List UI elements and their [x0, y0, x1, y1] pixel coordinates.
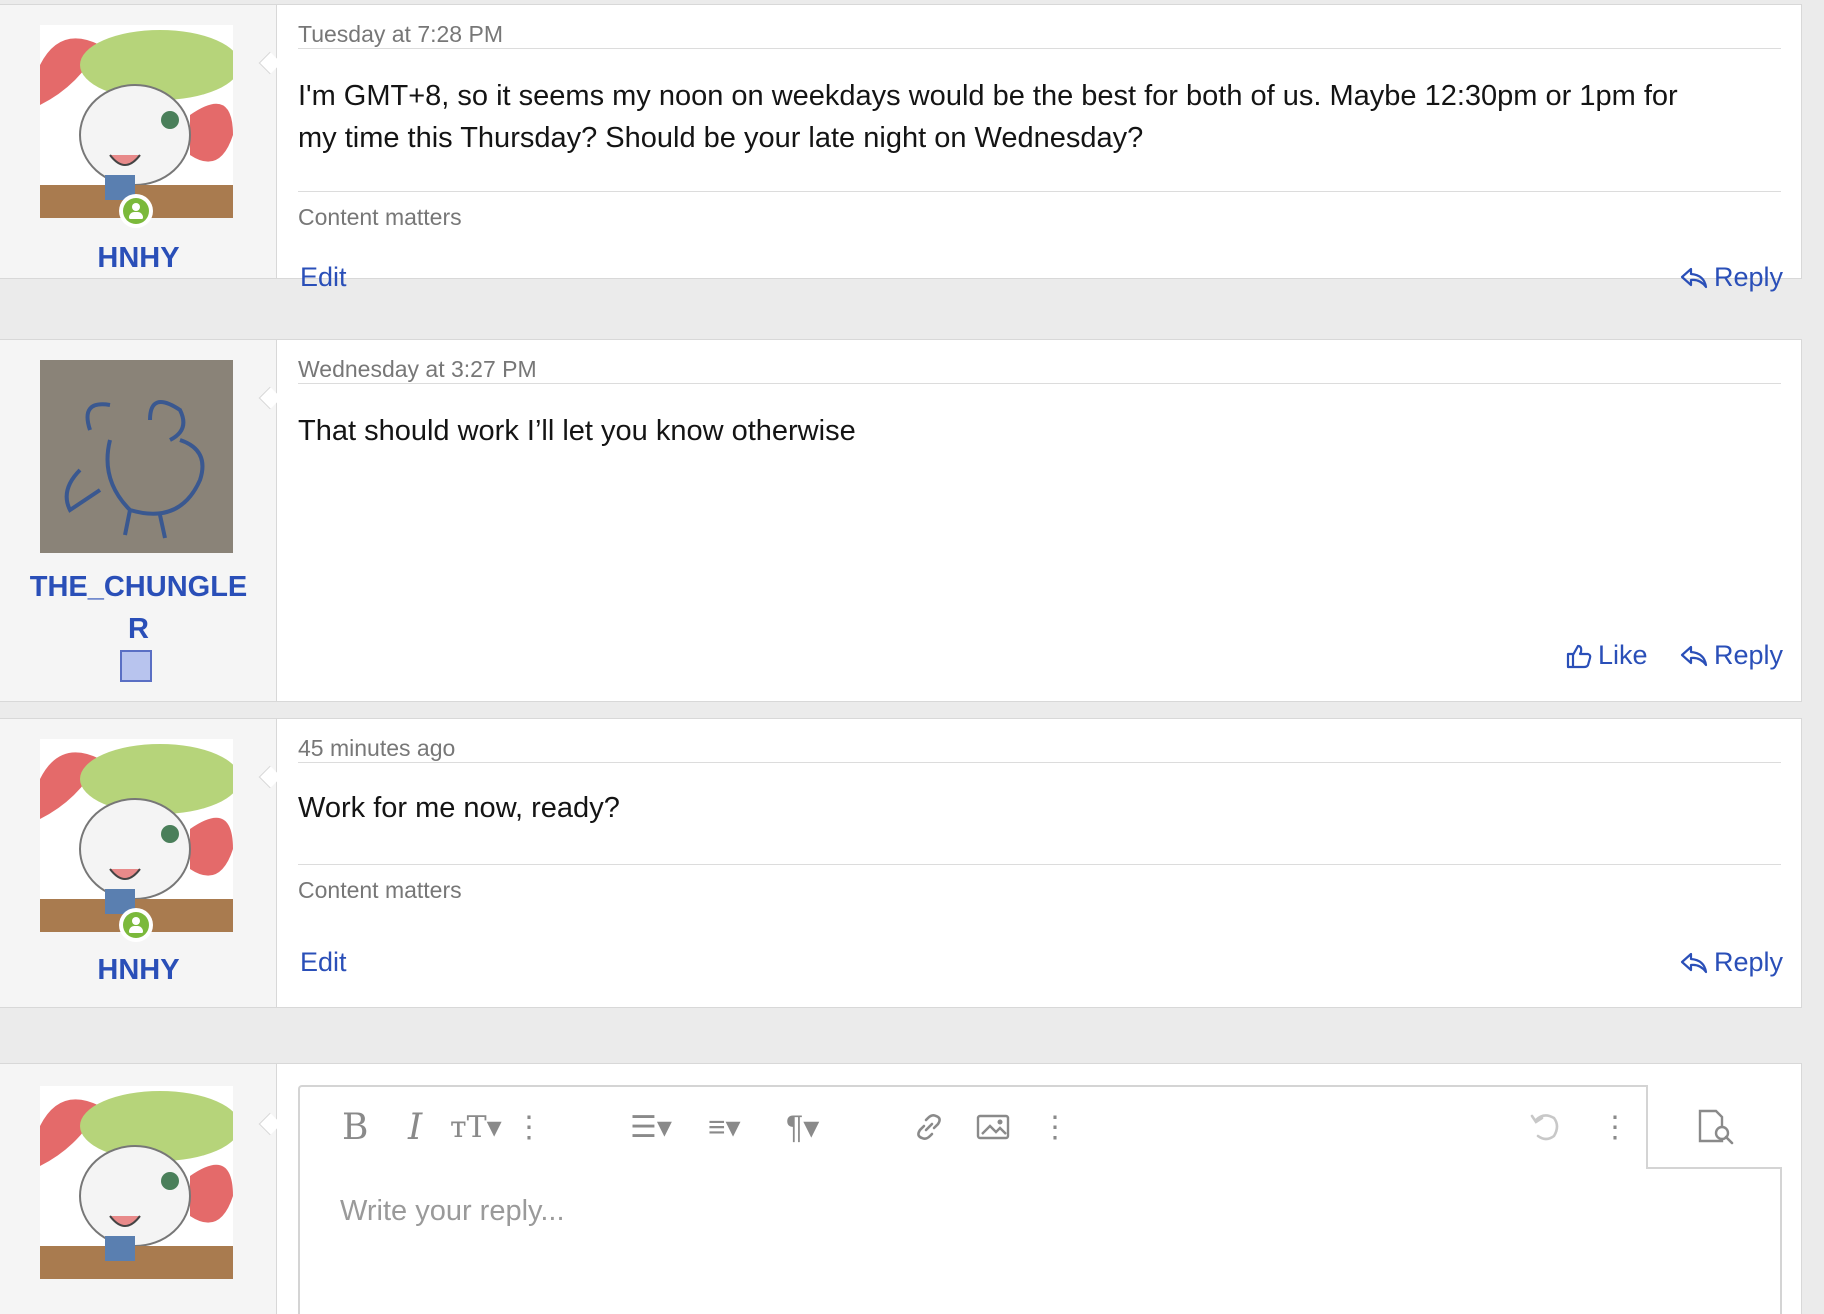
preview-icon	[1696, 1109, 1736, 1150]
username[interactable]: THE_CHUNGLE	[0, 566, 277, 608]
message-post: THE_CHUNGLE R Wednesday at 3:27 PM That …	[0, 339, 1802, 702]
user-cell: HNHY	[0, 5, 277, 278]
message-post: HNHY Tuesday at 7:28 PM I'm GMT+8, so it…	[0, 4, 1802, 292]
reply-button[interactable]: Reply	[1680, 640, 1783, 671]
align-icon[interactable]: ≡▾	[708, 1107, 741, 1147]
signature: Content matters	[298, 191, 1781, 231]
bold-icon[interactable]: B	[342, 1107, 368, 1148]
online-status-icon	[119, 908, 153, 942]
post-date[interactable]: Wednesday at 3:27 PM	[298, 340, 1781, 384]
more-text-icon[interactable]: ⋮	[514, 1107, 544, 1147]
reply-label: Reply	[1714, 262, 1784, 292]
list-icon[interactable]: ☰▾	[630, 1107, 672, 1147]
username[interactable]: HNHY	[0, 949, 277, 991]
reply-button[interactable]: Reply	[1680, 262, 1783, 293]
reply-icon	[1680, 644, 1708, 668]
user-cell	[0, 1064, 277, 1314]
like-button[interactable]: Like	[1566, 640, 1648, 671]
edit-button[interactable]: Edit	[300, 947, 347, 978]
online-status-icon	[119, 194, 153, 228]
editor-toolbar: B I тT▾ ⋮ ☰▾ ≡▾ ¶▾ ⋮ ⋮	[300, 1087, 1780, 1167]
avatar[interactable]	[40, 25, 233, 218]
reply-editor[interactable]: B I тT▾ ⋮ ☰▾ ≡▾ ¶▾ ⋮ ⋮ Write your reply.…	[298, 1085, 1782, 1314]
link-icon[interactable]	[912, 1107, 946, 1147]
reply-input[interactable]: Write your reply...	[340, 1195, 565, 1228]
message-line: I'm GMT+8, so it seems my noon on weekda…	[298, 80, 1678, 112]
post-date[interactable]: 45 minutes ago	[298, 719, 1781, 763]
reply-label: Reply	[1714, 640, 1784, 670]
avatar	[40, 1086, 233, 1279]
signature: Content matters	[298, 864, 1781, 904]
edit-label: Edit	[300, 262, 347, 292]
user-cell: HNHY	[0, 719, 277, 1007]
edit-button[interactable]: Edit	[300, 262, 347, 293]
reply-icon	[1680, 266, 1708, 290]
user-badge-icon	[120, 650, 152, 682]
paragraph-icon[interactable]: ¶▾	[786, 1107, 819, 1147]
username-wrap[interactable]: R	[0, 608, 277, 650]
message-line: That should work I’ll let you know other…	[298, 415, 856, 447]
user-cell: THE_CHUNGLE R	[0, 340, 277, 701]
message-post: HNHY 45 minutes ago Work for me now, rea…	[0, 718, 1802, 1008]
image-icon[interactable]	[976, 1107, 1010, 1147]
avatar[interactable]	[40, 739, 233, 932]
message-line: Work for me now, ready?	[298, 792, 620, 824]
preview-button[interactable]	[1646, 1085, 1782, 1169]
post-date[interactable]: Tuesday at 7:28 PM	[298, 5, 1781, 49]
reply-icon	[1680, 951, 1708, 975]
more-insert-icon[interactable]: ⋮	[1040, 1107, 1070, 1147]
more-options-icon[interactable]: ⋮	[1600, 1107, 1630, 1147]
italic-icon[interactable]: I	[408, 1107, 422, 1148]
thumbs-up-icon	[1566, 643, 1592, 669]
username[interactable]: HNHY	[0, 237, 277, 279]
undo-icon[interactable]	[1528, 1107, 1562, 1147]
reply-button[interactable]: Reply	[1680, 947, 1783, 978]
reply-label: Reply	[1714, 947, 1784, 977]
message-line: my time this Thursday? Should be your la…	[298, 122, 1144, 154]
edit-label: Edit	[300, 947, 347, 977]
like-label: Like	[1598, 640, 1648, 670]
avatar[interactable]	[40, 360, 233, 553]
text-size-icon[interactable]: тT▾	[450, 1107, 502, 1147]
